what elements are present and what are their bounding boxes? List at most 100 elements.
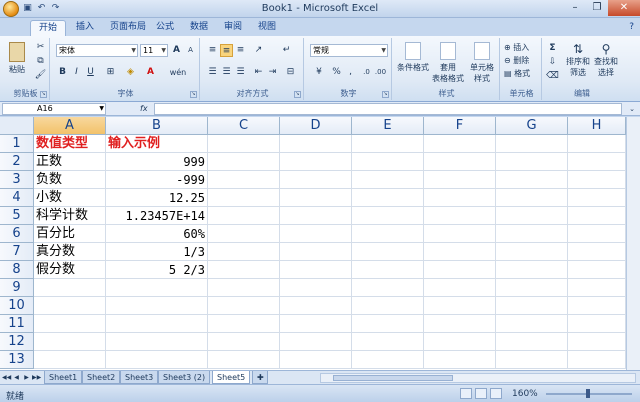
cell[interactable]: 60% <box>106 225 208 243</box>
number-launcher-icon[interactable]: ↘ <box>382 91 389 98</box>
align-bottom-icon[interactable]: ≡ <box>234 44 247 57</box>
maximize-button[interactable]: ❐ <box>586 0 608 16</box>
cell[interactable]: 假分数 <box>34 261 106 279</box>
font-size-select[interactable]: 11 ▼ <box>140 44 168 57</box>
insert-cells-button[interactable]: ⊕ 插入 <box>504 42 529 53</box>
find-select-button[interactable]: ⚲ 查找和 选择 <box>592 42 620 78</box>
row-header[interactable]: 13 <box>0 351 34 369</box>
zoom-level[interactable]: 160% <box>512 389 538 399</box>
cell[interactable] <box>280 315 352 333</box>
prev-sheet-icon[interactable]: ◀ <box>12 372 21 383</box>
cell[interactable] <box>424 261 496 279</box>
cell[interactable] <box>352 261 424 279</box>
column-header-f[interactable]: F <box>424 117 496 135</box>
cell[interactable] <box>568 225 626 243</box>
cell[interactable] <box>34 333 106 351</box>
page-break-view-icon[interactable] <box>490 388 502 399</box>
cell[interactable] <box>106 315 208 333</box>
cell[interactable] <box>496 189 568 207</box>
conditional-format-button[interactable]: 条件格式 <box>396 42 430 73</box>
cell[interactable]: 百分比 <box>34 225 106 243</box>
align-left-icon[interactable]: ☰ <box>206 66 219 79</box>
help-icon[interactable]: ? <box>629 22 634 32</box>
tab-home[interactable]: 开始 <box>30 20 67 36</box>
number-format-select[interactable]: 常规 ▼ <box>310 44 388 57</box>
cell[interactable] <box>496 207 568 225</box>
normal-view-icon[interactable] <box>460 388 472 399</box>
cell[interactable] <box>424 189 496 207</box>
cell[interactable] <box>496 279 568 297</box>
cell[interactable] <box>496 261 568 279</box>
column-header-a[interactable]: A <box>34 117 106 135</box>
cell[interactable] <box>352 333 424 351</box>
expand-formula-icon[interactable]: ⌄ <box>626 103 638 115</box>
cell[interactable] <box>496 225 568 243</box>
horizontal-scrollbar[interactable] <box>320 373 636 383</box>
format-as-table-button[interactable]: 套用 表格格式 <box>430 42 466 84</box>
insert-sheet-icon[interactable]: ✚ <box>252 371 268 384</box>
cell[interactable] <box>424 315 496 333</box>
cell[interactable] <box>208 207 280 225</box>
cell[interactable] <box>280 135 352 153</box>
cell[interactable] <box>568 315 626 333</box>
cell[interactable] <box>568 243 626 261</box>
orientation-icon[interactable]: ↗ <box>252 44 265 57</box>
cell[interactable] <box>496 243 568 261</box>
grow-font-button[interactable]: A <box>170 44 183 57</box>
sheet-tab-1[interactable]: Sheet1 <box>44 371 83 384</box>
phonetic-button[interactable]: wén <box>166 66 190 79</box>
cell[interactable] <box>34 351 106 369</box>
cell[interactable] <box>208 189 280 207</box>
font-launcher-icon[interactable]: ↘ <box>190 91 197 98</box>
cell[interactable]: 数值类型 <box>34 135 106 153</box>
cell[interactable]: 小数 <box>34 189 106 207</box>
cell[interactable] <box>352 351 424 369</box>
cell[interactable] <box>106 333 208 351</box>
sheet-tab-2[interactable]: Sheet2 <box>82 371 121 384</box>
cell[interactable] <box>568 171 626 189</box>
cell[interactable] <box>424 297 496 315</box>
cell[interactable] <box>568 153 626 171</box>
cell[interactable] <box>208 351 280 369</box>
cell[interactable]: 正数 <box>34 153 106 171</box>
cell[interactable] <box>34 279 106 297</box>
clipboard-launcher-icon[interactable]: ↘ <box>40 91 47 98</box>
zoom-slider[interactable] <box>546 389 632 398</box>
cell[interactable] <box>352 135 424 153</box>
shrink-font-button[interactable]: A <box>184 44 197 57</box>
column-header-b[interactable]: B <box>106 117 208 135</box>
column-header-g[interactable]: G <box>496 117 568 135</box>
cell[interactable] <box>352 207 424 225</box>
cell[interactable] <box>280 279 352 297</box>
cell[interactable] <box>424 333 496 351</box>
align-middle-icon[interactable]: ≡ <box>220 44 233 57</box>
cell[interactable] <box>496 171 568 189</box>
cell[interactable] <box>280 243 352 261</box>
column-header-e[interactable]: E <box>352 117 424 135</box>
zoom-slider-knob[interactable] <box>586 389 590 398</box>
cell[interactable] <box>280 261 352 279</box>
cell[interactable] <box>352 315 424 333</box>
cell[interactable] <box>568 351 626 369</box>
cell[interactable]: 1.23457E+14 <box>106 207 208 225</box>
cell[interactable]: 12.25 <box>106 189 208 207</box>
currency-icon[interactable]: ¥ <box>310 66 328 79</box>
cell[interactable]: -999 <box>106 171 208 189</box>
cell[interactable] <box>568 189 626 207</box>
cell-styles-button[interactable]: 单元格 样式 <box>466 42 498 84</box>
row-header[interactable]: 3 <box>0 171 34 189</box>
autosum-button[interactable]: Σ <box>546 42 559 55</box>
cell[interactable] <box>352 243 424 261</box>
cell[interactable] <box>496 315 568 333</box>
increase-decimal-icon[interactable]: .0 <box>360 66 373 79</box>
increase-indent-icon[interactable]: ⇥ <box>266 66 279 79</box>
horizontal-scroll-thumb[interactable] <box>333 375 453 381</box>
font-color-icon[interactable]: A <box>144 66 157 79</box>
delete-cells-button[interactable]: ⊖ 删除 <box>504 55 529 66</box>
cell[interactable] <box>208 279 280 297</box>
cell[interactable] <box>424 225 496 243</box>
cell[interactable] <box>280 333 352 351</box>
fx-icon[interactable]: fx <box>140 103 152 115</box>
cell[interactable] <box>352 171 424 189</box>
cell[interactable]: 5 2/3 <box>106 261 208 279</box>
